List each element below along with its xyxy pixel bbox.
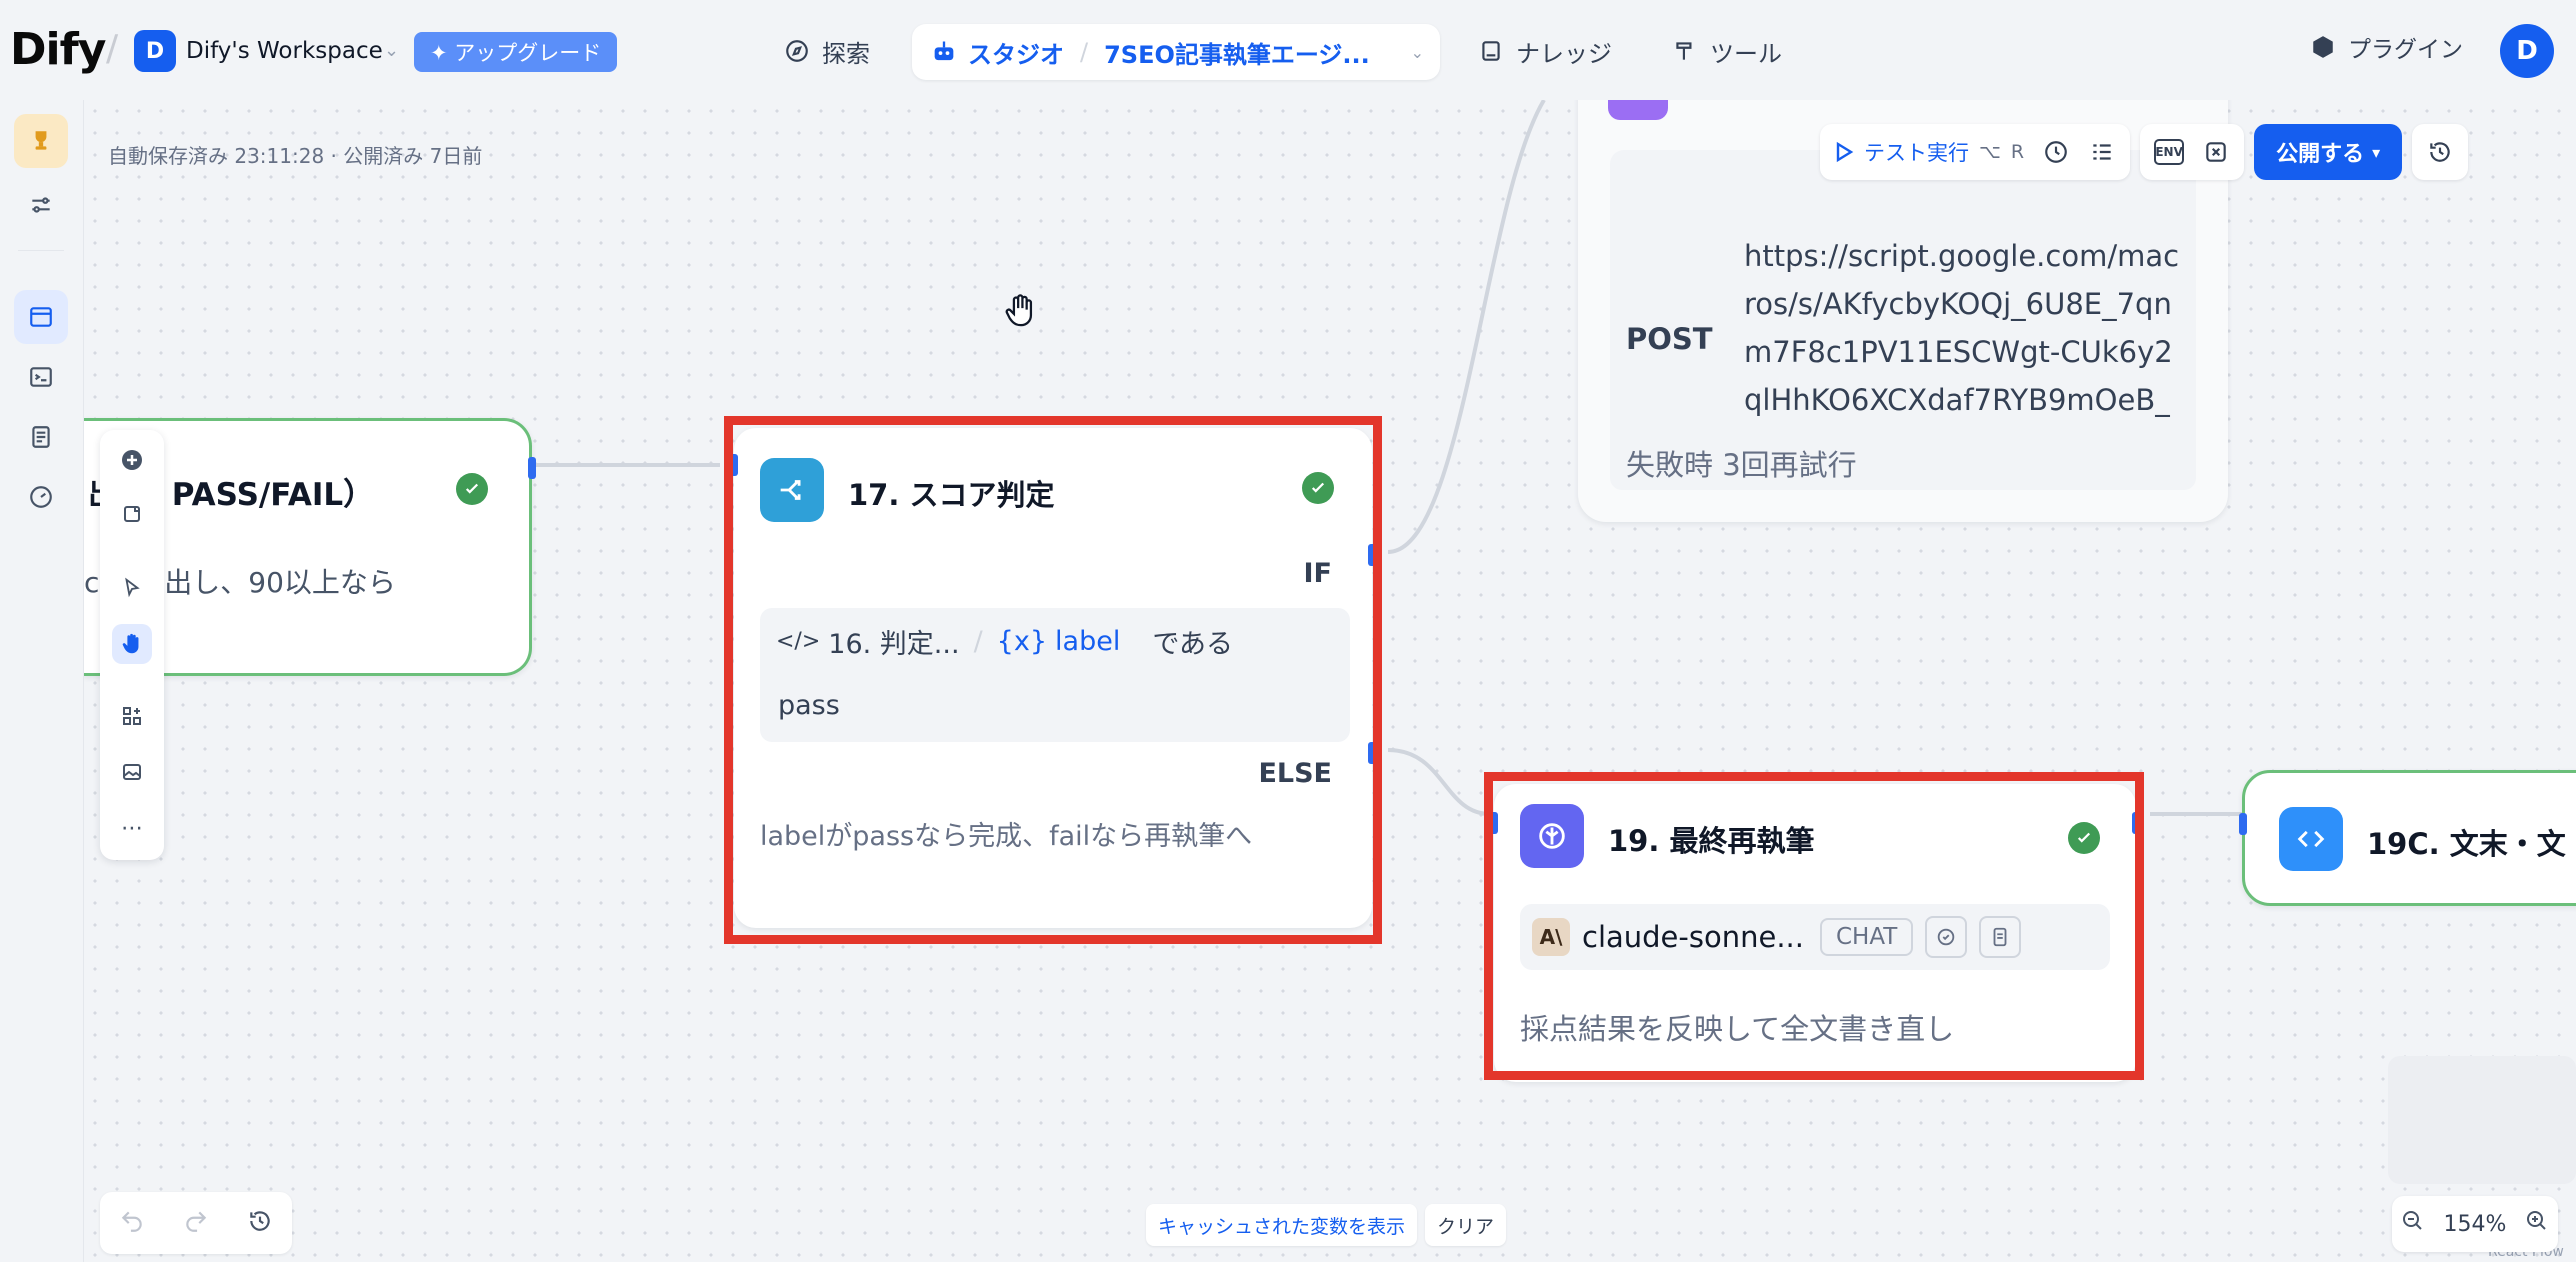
- settings-sliders-button[interactable]: [14, 178, 68, 232]
- history-icon[interactable]: [247, 1208, 273, 1238]
- node-code[interactable]: 19C. 文末・文: [2239, 770, 2576, 906]
- logs-button[interactable]: [14, 410, 68, 464]
- show-cached-variables-button[interactable]: キャッシュされた変数を表示: [1146, 1204, 1418, 1246]
- organize-button[interactable]: [112, 696, 152, 736]
- test-run-label: テスト実行: [1864, 141, 1969, 165]
- nav-knowledge[interactable]: ナレッジ: [1478, 30, 1612, 72]
- history-controls: [100, 1192, 292, 1254]
- nav-explore[interactable]: 探索: [784, 30, 870, 72]
- user-avatar[interactable]: D: [2500, 24, 2554, 78]
- cube-icon: [2313, 36, 2333, 58]
- api-access-button[interactable]: [14, 350, 68, 404]
- node-output-handle[interactable]: [528, 457, 536, 479]
- workspace-avatar[interactable]: D: [134, 30, 176, 72]
- checklist-icon[interactable]: [2088, 138, 2116, 166]
- upgrade-button[interactable]: ✦ アップグレード: [414, 32, 618, 72]
- nav-knowledge-label: ナレッジ: [1516, 39, 1612, 68]
- chevron-down-icon[interactable]: ⌄: [384, 40, 399, 61]
- document-icon: [32, 426, 50, 448]
- plus-circle-icon: [122, 450, 142, 470]
- zoom-level[interactable]: 154%: [2444, 1212, 2507, 1237]
- zoom-controls: 154%: [2392, 1196, 2558, 1252]
- chevron-down-icon: ▾: [2372, 142, 2381, 162]
- hand-mode-button[interactable]: [112, 624, 152, 664]
- highlight-box: [1484, 772, 2144, 1080]
- autosave-status: 自動保存済み 23:11:28 · 公開済み 7日前: [108, 144, 483, 168]
- variables-group: ENV: [2140, 124, 2245, 180]
- hand-cursor-icon: [1004, 292, 1038, 334]
- left-rail: [0, 100, 84, 1262]
- note-icon: [124, 506, 140, 522]
- workflow-toolbar: テスト実行 ⌥ R ENV 公開する ▾: [1820, 124, 2469, 180]
- monitoring-button[interactable]: [14, 470, 68, 524]
- minimap[interactable]: [2388, 1056, 2576, 1184]
- cursor-icon: [125, 577, 140, 598]
- logo-text: Dify: [10, 24, 106, 75]
- zoom-in-icon[interactable]: [2525, 1209, 2549, 1239]
- breadcrumb-separator: /: [1080, 38, 1089, 66]
- studio-app-selector[interactable]: スタジオ / 7SEO記事執筆エージ... ⌄: [912, 24, 1440, 80]
- http-method-badge: POST: [1626, 322, 1713, 356]
- chevron-down-icon[interactable]: ⌄: [1411, 43, 1424, 62]
- add-note-button[interactable]: [112, 494, 152, 534]
- nav-explore-label: 探索: [822, 39, 870, 68]
- success-check-icon: [456, 473, 488, 505]
- publish-label: 公開する: [2276, 142, 2365, 167]
- code-icon: [2279, 807, 2343, 871]
- run-group: テスト実行 ⌥ R: [1820, 124, 2131, 180]
- zoom-out-icon[interactable]: [2401, 1209, 2425, 1239]
- version-history-button[interactable]: [2412, 124, 2469, 180]
- test-run-button[interactable]: テスト実行 ⌥ R: [1834, 137, 2024, 167]
- book-icon: [1482, 41, 1500, 61]
- terminal-icon: [30, 367, 52, 387]
- nav-tools[interactable]: ツール: [1672, 30, 1782, 72]
- top-bar: Dify / D Dify's Workspace ⌄ ✦ アップグレード 探索…: [0, 0, 2576, 100]
- dify-logo[interactable]: Dify: [10, 24, 106, 75]
- trophy-icon: [35, 131, 47, 150]
- orchestrate-button[interactable]: [14, 290, 68, 344]
- image-icon: [123, 764, 141, 780]
- undo-icon[interactable]: [119, 1208, 145, 1238]
- divider: [18, 250, 64, 251]
- trophy-button[interactable]: [14, 114, 68, 168]
- play-icon: [1836, 141, 1854, 163]
- shortcut-key: R: [2010, 141, 2025, 163]
- compass-icon: [786, 40, 808, 62]
- retry-info: 失敗時 3回再試行: [1610, 430, 2196, 490]
- clear-button[interactable]: クリア: [1425, 1204, 1507, 1246]
- redo-icon[interactable]: [183, 1208, 209, 1238]
- workspace-name[interactable]: Dify's Workspace: [186, 38, 383, 64]
- more-options-icon[interactable]: ⋯: [112, 808, 152, 848]
- node-title: 19C. 文末・文: [2367, 827, 2566, 861]
- highlight-box: [724, 416, 1382, 944]
- node-input-handle[interactable]: [2239, 813, 2247, 835]
- env-variables-icon[interactable]: ENV: [2154, 139, 2185, 165]
- sliders-icon: [32, 197, 50, 213]
- gauge-icon: [30, 486, 52, 508]
- layout-icon: [123, 707, 141, 725]
- publish-button[interactable]: 公開する ▾: [2254, 124, 2403, 180]
- history-icon: [2426, 138, 2454, 166]
- run-history-icon[interactable]: [2042, 138, 2070, 166]
- conversation-variables-icon[interactable]: [2202, 138, 2230, 166]
- hand-icon: [122, 633, 139, 654]
- app-name: 7SEO記事執筆エージ...: [1104, 40, 1370, 69]
- add-node-button[interactable]: [112, 440, 152, 480]
- shortcut-alt: ⌥: [1979, 141, 2001, 163]
- robot-icon: [934, 41, 954, 61]
- nav-tools-label: ツール: [1710, 39, 1782, 68]
- window-icon: [30, 307, 52, 327]
- nav-studio-label: スタジオ: [968, 40, 1064, 69]
- cached-variables-bar: キャッシュされた変数を表示 クリア: [1146, 1204, 1507, 1246]
- breadcrumb-separator: /: [106, 28, 119, 69]
- http-request-summary: POST https://script.google.com/macros/s/…: [1610, 150, 2196, 468]
- canvas-tools: ⋯: [100, 430, 164, 860]
- nav-plugins[interactable]: プラグイン: [2310, 30, 2463, 64]
- pointer-mode-button[interactable]: [112, 568, 152, 608]
- nav-plugins-label: プラグイン: [2348, 37, 2463, 63]
- hammer-icon: [1676, 42, 1692, 60]
- node-title-text: PASS/FAIL）: [171, 477, 375, 513]
- export-image-button[interactable]: [112, 752, 152, 792]
